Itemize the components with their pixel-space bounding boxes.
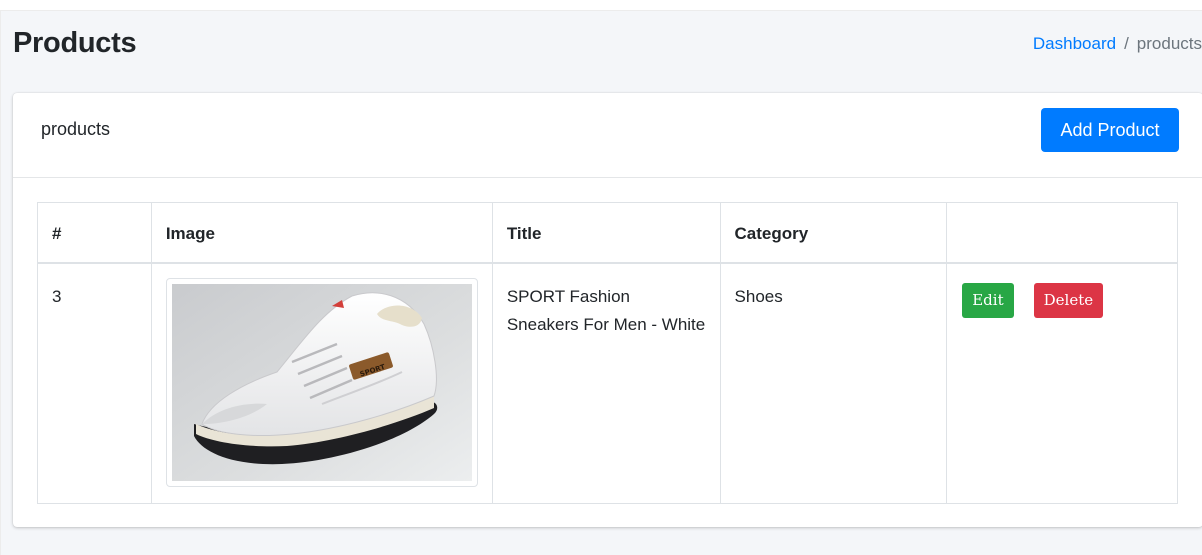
products-card: products Add Product # Image Title Categ… [13, 93, 1202, 527]
column-header-title: Title [491, 202, 721, 264]
content-header: Products Dashboard / products [13, 27, 1202, 67]
cell-actions: Edit Delete [946, 262, 1178, 504]
table-header-row: # Image Title Category [37, 202, 1178, 264]
page-title: Products [13, 27, 137, 59]
cell-id: 3 [37, 262, 152, 504]
content-wrapper: Products Dashboard / products products Add… [0, 10, 1202, 555]
breadcrumb-current: products [1136, 34, 1202, 53]
table-row: 3 SPORT SPORT Fashion Sneakers For Men -… [37, 262, 1178, 504]
breadcrumb: Dashboard / products [1033, 34, 1202, 54]
breadcrumb-dashboard-link[interactable]: Dashboard [1033, 34, 1116, 53]
products-table-wrapper: # Image Title Category 3 SPORT SPORT Fas… [37, 202, 1178, 504]
column-header-actions [946, 202, 1178, 264]
card-title: products [41, 119, 111, 139]
column-header-category: Category [719, 202, 948, 264]
sneaker-image: SPORT [171, 283, 472, 481]
column-header-image: Image [150, 202, 493, 264]
delete-button[interactable]: Delete [1033, 282, 1104, 318]
column-header-number: # [37, 202, 152, 264]
products-table: # Image Title Category 3 SPORT SPORT Fas… [37, 202, 1178, 504]
cell-title: SPORT Fashion Sneakers For Men - White [491, 262, 721, 504]
product-thumbnail: SPORT [165, 277, 478, 487]
edit-button[interactable]: Edit [962, 282, 1014, 318]
card-header: products Add Product [13, 93, 1202, 178]
cell-image: SPORT [150, 262, 493, 504]
breadcrumb-separator: / [1124, 34, 1129, 53]
cell-category: Shoes [719, 262, 948, 504]
add-product-button[interactable]: Add Product [1041, 108, 1179, 152]
